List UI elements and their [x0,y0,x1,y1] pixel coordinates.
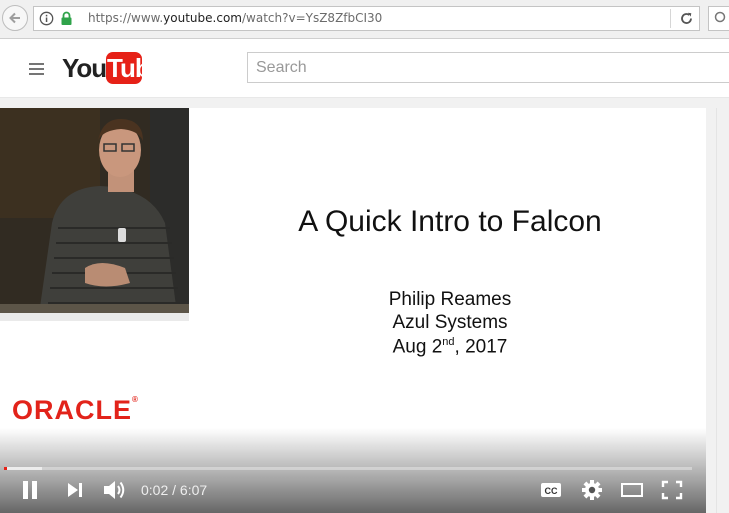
svg-text:CC: CC [545,486,558,496]
oracle-logo: ORACLE® [12,395,139,425]
volume-icon[interactable] [102,478,128,502]
search-icon [714,11,726,23]
page-sidebar-edge [706,108,729,513]
lock-icon[interactable] [60,11,73,26]
progress-loaded [4,467,42,470]
back-arrow-icon [9,12,20,24]
hamburger-menu-icon[interactable] [29,63,44,78]
address-divider [670,9,671,28]
speaker-video-inset [0,108,189,321]
slide-date: Aug 2nd, 2017 [392,336,508,358]
current-time: 0:02 [141,482,169,498]
progress-bar[interactable] [4,467,692,470]
info-icon[interactable] [39,11,54,26]
url-text: https://www.youtube.com/watch?v=YsZ8ZfbC… [88,11,383,25]
slide-author: Philip Reames [388,289,512,310]
search-input[interactable]: Search [247,52,729,83]
pause-icon[interactable] [21,480,39,500]
browser-search-box[interactable] [708,6,729,31]
slide-title: A Quick Intro to Falcon [298,205,602,238]
gear-icon[interactable] [581,479,603,501]
browser-toolbar: https://www.youtube.com/watch?v=YsZ8ZfbC… [0,0,729,39]
reload-icon[interactable] [679,11,694,26]
address-bar[interactable]: https://www.youtube.com/watch?v=YsZ8ZfbC… [33,6,700,31]
duration: 6:07 [179,482,208,498]
logo-tube-badge: Tube [106,52,164,84]
back-button[interactable] [2,5,28,31]
slide-company: Azul Systems [392,312,508,333]
theater-mode-icon[interactable] [620,482,644,498]
progress-played [4,467,8,470]
fullscreen-icon[interactable] [661,480,683,500]
next-icon[interactable] [66,482,84,498]
cc-icon[interactable]: CC [540,481,562,499]
time-display: 0:02 / 6:07 [141,482,208,498]
youtube-masthead: You Tube Search [0,39,729,98]
logo-you-text: You [62,53,107,83]
video-player[interactable]: A Quick Intro to Falcon Philip Reames Az… [0,108,706,513]
